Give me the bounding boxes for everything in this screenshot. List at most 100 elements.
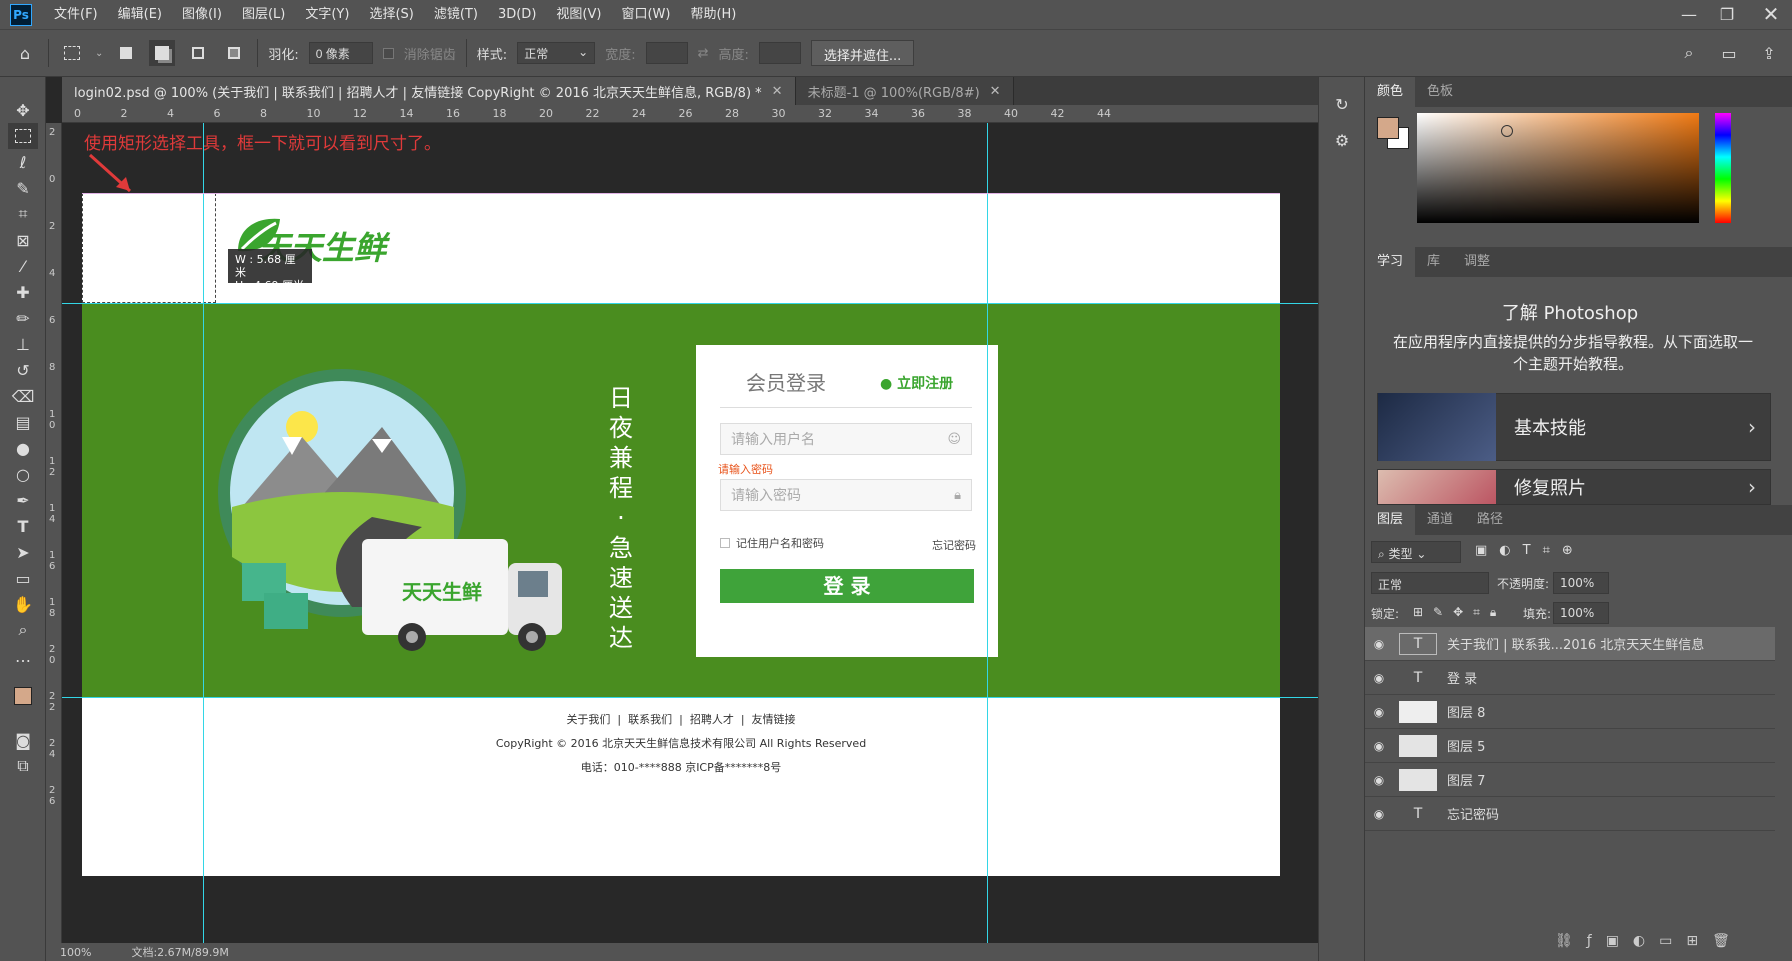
- footer-link-jobs[interactable]: 招聘人才: [690, 713, 734, 726]
- color-foreground-swatch[interactable]: [1377, 117, 1399, 139]
- guide-horizontal[interactable]: [62, 697, 1318, 698]
- hue-slider[interactable]: [1715, 113, 1731, 223]
- dodge-tool-icon[interactable]: ○: [8, 461, 38, 487]
- path-select-icon[interactable]: ➤: [8, 539, 38, 565]
- tab-learn[interactable]: 学习: [1365, 247, 1416, 277]
- layer-row[interactable]: ◉ T 登 录: [1365, 661, 1775, 695]
- color-field[interactable]: [1417, 113, 1699, 223]
- password-field[interactable]: 请输入密码 🔒︎: [720, 479, 972, 511]
- new-selection-icon[interactable]: [113, 40, 139, 66]
- blur-tool-icon[interactable]: ●: [8, 435, 38, 461]
- visibility-eye-icon[interactable]: ◉: [1365, 739, 1393, 753]
- close-tab-icon[interactable]: ✕: [772, 84, 783, 99]
- search-icon[interactable]: ⌕: [1676, 40, 1702, 66]
- healing-brush-icon[interactable]: ✚: [8, 279, 38, 305]
- gradient-tool-icon[interactable]: ▤: [8, 409, 38, 435]
- fill-input[interactable]: 100%: [1553, 602, 1609, 624]
- history-brush-icon[interactable]: ↺: [8, 357, 38, 383]
- crop-tool-icon[interactable]: ⌗: [8, 201, 38, 227]
- tab-channels[interactable]: 通道: [1415, 505, 1465, 535]
- menu-file[interactable]: 文件(F): [44, 0, 108, 29]
- tab-login02[interactable]: login02.psd @ 100% (关于我们 | 联系我们 | 招聘人才 |…: [62, 77, 796, 105]
- marquee-tool-icon[interactable]: [8, 123, 38, 149]
- properties-panel-icon[interactable]: ⚙: [1327, 127, 1357, 153]
- layer-row[interactable]: ◉ T 关于我们 | 联系我...2016 北京天天生鲜信息: [1365, 627, 1775, 661]
- antialias-checkbox[interactable]: [382, 47, 394, 59]
- width-input[interactable]: [645, 42, 688, 64]
- rectangle-tool-icon[interactable]: ▭: [8, 565, 38, 591]
- subtract-selection-icon[interactable]: [185, 40, 211, 66]
- blend-mode-select[interactable]: 正常: [1371, 572, 1489, 594]
- more-tools-icon[interactable]: …: [8, 643, 38, 669]
- pen-tool-icon[interactable]: ✒: [8, 487, 38, 513]
- menu-select[interactable]: 选择(S): [359, 0, 423, 29]
- menu-image[interactable]: 图像(I): [172, 0, 232, 29]
- lasso-tool-icon[interactable]: ℓ: [8, 149, 38, 175]
- style-select[interactable]: 正常 ⌄: [517, 42, 596, 64]
- tab-layers[interactable]: 图层: [1365, 505, 1416, 535]
- menu-3d[interactable]: 3D(D): [488, 0, 546, 29]
- visibility-eye-icon[interactable]: ◉: [1365, 773, 1393, 787]
- frame-tool-icon[interactable]: ⊠: [8, 227, 38, 253]
- lock-icons[interactable]: ⊞✎✥⌗🔒︎: [1413, 605, 1506, 620]
- marquee-preset-icon[interactable]: [59, 40, 85, 66]
- menu-filter[interactable]: 滤镜(T): [424, 0, 488, 29]
- visibility-eye-icon[interactable]: ◉: [1365, 671, 1393, 685]
- layer-row[interactable]: ◉ T 忘记密码: [1365, 797, 1775, 831]
- document-canvas[interactable]: 天天生鲜 W : 5.68 厘米 H : 4.69 厘米 天天生鲜 日 夜 兼 …: [82, 193, 1280, 876]
- menu-edit[interactable]: 编辑(E): [108, 0, 172, 29]
- forgot-password-link[interactable]: 忘记密码: [932, 537, 976, 553]
- tab-paths[interactable]: 路径: [1465, 505, 1515, 535]
- visibility-eye-icon[interactable]: ◉: [1365, 705, 1393, 719]
- register-link[interactable]: ● 立即注册: [880, 373, 953, 393]
- tab-adjustments[interactable]: 调整: [1452, 247, 1502, 277]
- footer-link-about[interactable]: 关于我们: [566, 713, 610, 726]
- swap-icon[interactable]: ⇄: [698, 46, 709, 61]
- layer-filter-select[interactable]: ⌕ 类型 ⌄: [1371, 541, 1461, 563]
- menu-view[interactable]: 视图(V): [546, 0, 611, 29]
- eyedropper-tool-icon[interactable]: ⁄: [8, 253, 38, 279]
- add-selection-icon[interactable]: [149, 40, 176, 66]
- history-panel-icon[interactable]: ↻: [1327, 91, 1357, 117]
- tab-color[interactable]: 颜色: [1365, 77, 1416, 107]
- guide-vertical[interactable]: [987, 123, 988, 943]
- layer-footer-icons[interactable]: ⛓ƒ▣◐▭⊞🗑︎: [1555, 933, 1744, 949]
- tab-untitled[interactable]: 未标题-1 @ 100%(RGB/8#) ✕: [795, 77, 1014, 105]
- menu-window[interactable]: 窗口(W): [611, 0, 680, 29]
- canvas-area[interactable]: 使用矩形选择工具，框一下就可以看到尺寸了。 天天生鲜 W : 5.68 厘米 H …: [62, 123, 1318, 943]
- visibility-eye-icon[interactable]: ◉: [1365, 807, 1393, 821]
- screen-mode-icon[interactable]: ⧉: [8, 753, 38, 779]
- home-icon[interactable]: ⌂: [12, 40, 38, 66]
- select-and-mask-button[interactable]: 选择并遮住...: [810, 40, 915, 66]
- zoom-tool-icon[interactable]: ⌕: [8, 617, 38, 643]
- footer-link-friends[interactable]: 友情链接: [752, 713, 796, 726]
- guide-vertical[interactable]: [203, 123, 204, 943]
- move-tool-icon[interactable]: ✥: [8, 97, 38, 123]
- color-picker-ring[interactable]: [1501, 125, 1513, 137]
- stamp-tool-icon[interactable]: ⊥: [8, 331, 38, 357]
- layer-filter-icons[interactable]: ▣◐T⌗⊕: [1475, 543, 1585, 558]
- tab-libraries[interactable]: 库: [1415, 247, 1452, 277]
- height-input[interactable]: [758, 42, 801, 64]
- close-icon[interactable]: ✕: [1752, 0, 1790, 29]
- visibility-eye-icon[interactable]: ◉: [1365, 637, 1393, 651]
- guide-horizontal[interactable]: [62, 303, 1318, 304]
- login-button[interactable]: 登 录: [720, 569, 974, 603]
- layer-row[interactable]: ◉ 图层 8: [1365, 695, 1775, 729]
- zoom-level[interactable]: 100%: [60, 946, 91, 959]
- layer-row[interactable]: ◉ 图层 7: [1365, 763, 1775, 797]
- menu-help[interactable]: 帮助(H): [680, 0, 746, 29]
- minimize-icon[interactable]: —: [1670, 0, 1708, 29]
- share-icon[interactable]: ⇪: [1756, 40, 1782, 66]
- feather-input[interactable]: [308, 42, 373, 64]
- learn-card-basic[interactable]: 基本技能 ›: [1377, 393, 1771, 461]
- close-tab-icon[interactable]: ✕: [990, 84, 1001, 99]
- hand-tool-icon[interactable]: ✋: [8, 591, 38, 617]
- opacity-input[interactable]: 100%: [1553, 572, 1609, 594]
- type-tool-icon[interactable]: T: [8, 513, 38, 539]
- learn-card-repair[interactable]: 修复照片 ›: [1377, 469, 1771, 505]
- intersect-selection-icon[interactable]: [221, 40, 247, 66]
- brush-tool-icon[interactable]: ✏: [8, 305, 38, 331]
- quick-mask-icon[interactable]: ◙: [8, 727, 38, 753]
- magic-wand-tool-icon[interactable]: ✎: [8, 175, 38, 201]
